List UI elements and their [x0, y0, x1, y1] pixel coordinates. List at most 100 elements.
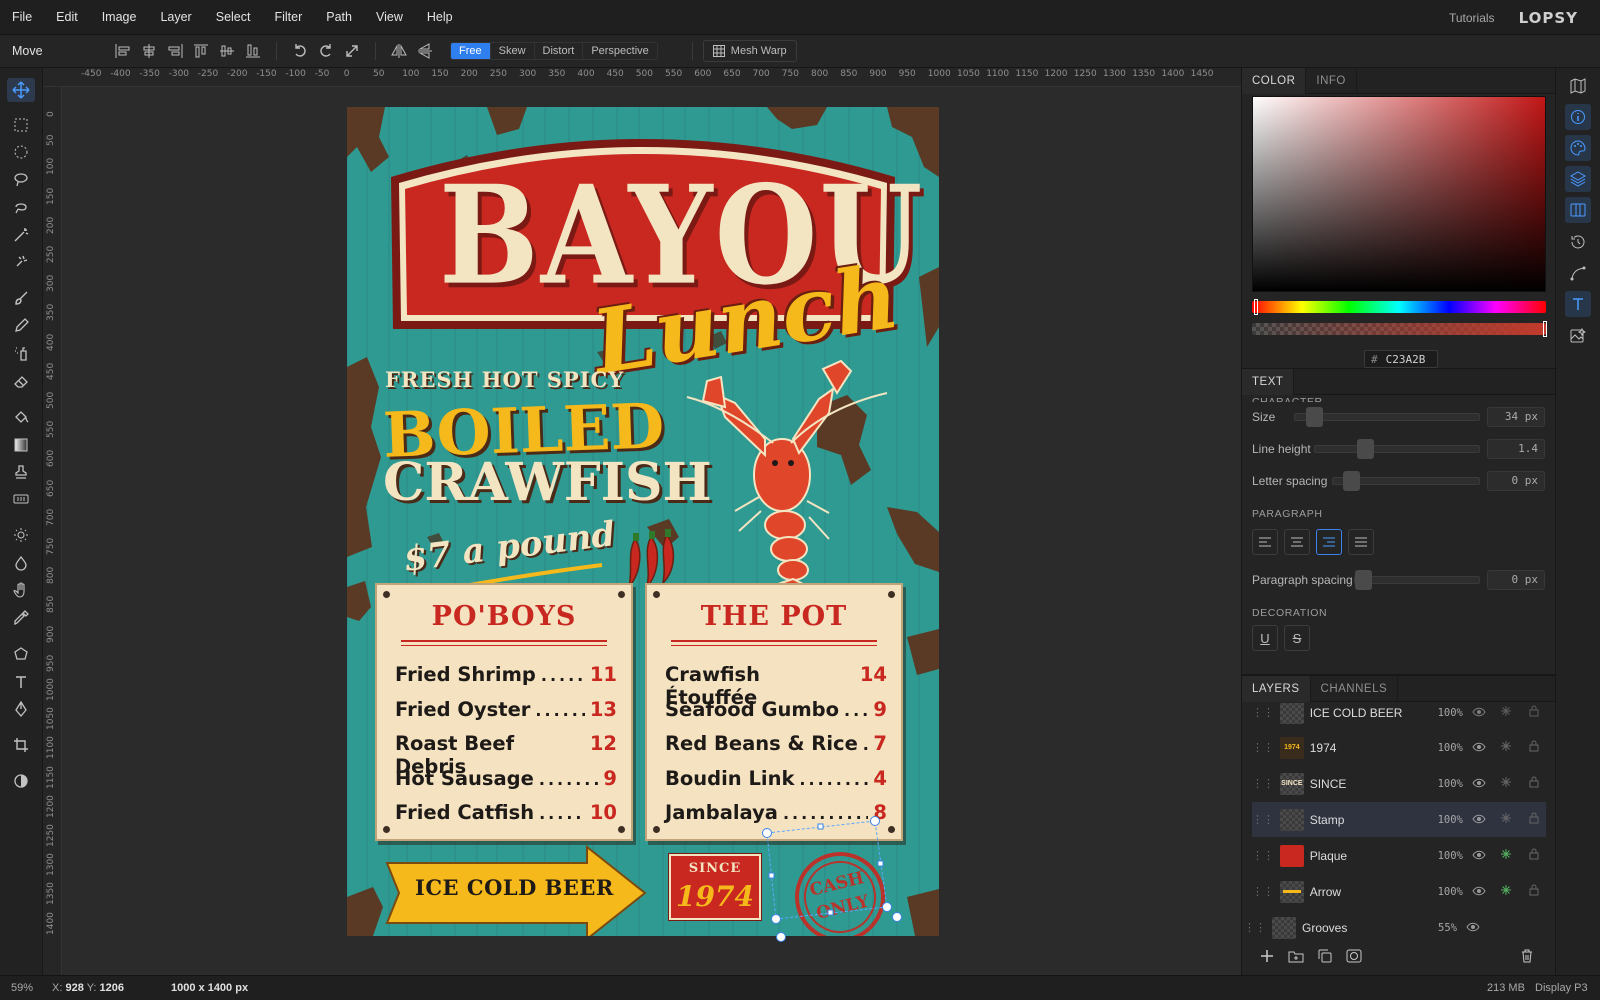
smudge-tool-icon[interactable]: [7, 551, 35, 575]
layer-opacity[interactable]: 100%: [1413, 850, 1463, 862]
paragraph-spacing-input[interactable]: 0 px: [1487, 570, 1545, 590]
mode-skew-button[interactable]: Skew: [491, 43, 535, 59]
align-right-button[interactable]: [162, 38, 188, 64]
drag-handle-icon[interactable]: ⋮⋮: [1252, 741, 1274, 754]
mask-icon[interactable]: [1346, 949, 1362, 966]
menu-select[interactable]: Select: [204, 0, 263, 35]
dodge-tool-icon[interactable]: [7, 523, 35, 547]
size-slider-thumb[interactable]: [1306, 407, 1323, 427]
justify-text-button[interactable]: [1348, 529, 1374, 555]
rotate-ccw-icon[interactable]: [287, 38, 313, 64]
tab-text[interactable]: TEXT: [1242, 369, 1295, 395]
effects-icon-active[interactable]: [1495, 884, 1519, 899]
rect-select-tool-icon[interactable]: [7, 113, 35, 137]
bucket-tool-icon[interactable]: [7, 405, 35, 429]
layer-row[interactable]: ⋮⋮ Arrow 100%: [1252, 874, 1546, 909]
gradient-tool-icon[interactable]: [7, 433, 35, 457]
map-icon[interactable]: [1565, 73, 1591, 99]
mode-free-button[interactable]: Free: [451, 43, 491, 59]
eye-icon[interactable]: [1461, 921, 1485, 935]
eye-icon[interactable]: [1467, 741, 1491, 755]
transform-handle[interactable]: [762, 828, 772, 838]
info-icon[interactable]: [1565, 104, 1591, 130]
flip-vertical-icon[interactable]: [412, 38, 438, 64]
text-tool-icon[interactable]: [7, 670, 35, 694]
spray-tool-icon[interactable]: [7, 341, 35, 365]
eyedropper-tool-icon[interactable]: [7, 606, 35, 630]
ellipse-select-tool-icon[interactable]: [7, 140, 35, 164]
tab-channels[interactable]: CHANNELS: [1311, 676, 1399, 702]
strikethrough-button[interactable]: S: [1284, 625, 1310, 651]
tutorials-link[interactable]: Tutorials: [1449, 11, 1495, 25]
magic-wand-tool-icon[interactable]: [7, 223, 35, 247]
saturation-value-picker[interactable]: [1252, 96, 1546, 292]
menu-help[interactable]: Help: [415, 0, 465, 35]
pencil-tool-icon[interactable]: [7, 314, 35, 338]
edge-handle[interactable]: [768, 872, 775, 879]
scale-icon[interactable]: [339, 38, 365, 64]
paragraph-spacing-slider[interactable]: [1354, 576, 1480, 584]
effects-icon-active[interactable]: [1495, 848, 1519, 863]
rotate-cw-icon[interactable]: [313, 38, 339, 64]
shape-tool-icon[interactable]: [7, 642, 35, 666]
lock-icon[interactable]: [1522, 705, 1546, 720]
letter-spacing-input[interactable]: 0 px: [1487, 471, 1545, 491]
healing-tool-icon[interactable]: [7, 487, 35, 511]
lock-icon[interactable]: [1522, 740, 1546, 755]
hue-slider[interactable]: [1252, 301, 1546, 313]
align-middle-v-button[interactable]: [214, 38, 240, 64]
magnetic-lasso-tool-icon[interactable]: [7, 195, 35, 219]
eye-icon[interactable]: [1467, 706, 1491, 720]
drag-handle-icon[interactable]: ⋮⋮: [1252, 706, 1274, 719]
transform-handle[interactable]: [771, 914, 781, 924]
alpha-slider-handle[interactable]: [1543, 321, 1547, 337]
effects-icon[interactable]: [1495, 740, 1519, 755]
layer-opacity[interactable]: 100%: [1413, 814, 1463, 826]
line-height-slider-thumb[interactable]: [1357, 439, 1374, 459]
eraser-tool-icon[interactable]: [7, 369, 35, 393]
quick-select-tool-icon[interactable]: [7, 250, 35, 274]
layer-opacity[interactable]: 100%: [1413, 707, 1463, 719]
lock-icon[interactable]: [1522, 884, 1546, 899]
edge-handle[interactable]: [817, 823, 824, 830]
add-layer-icon[interactable]: [1260, 949, 1274, 966]
tab-layers[interactable]: LAYERS: [1242, 676, 1311, 702]
align-center-h-button[interactable]: [136, 38, 162, 64]
move-tool-icon[interactable]: [7, 78, 35, 102]
duplicate-layer-icon[interactable]: [1318, 949, 1332, 966]
menu-edit[interactable]: Edit: [44, 0, 90, 35]
layer-row[interactable]: ⋮⋮ Grooves 55%: [1244, 910, 1538, 939]
rotate-handle[interactable]: [892, 912, 902, 922]
layer-row[interactable]: ⋮⋮ 1974 1974 100%: [1252, 730, 1546, 765]
contrast-toggle-icon[interactable]: [7, 769, 35, 793]
menu-path[interactable]: Path: [314, 0, 364, 35]
lock-icon[interactable]: [1522, 776, 1546, 791]
lock-icon[interactable]: [1522, 812, 1546, 827]
menu-filter[interactable]: Filter: [262, 0, 314, 35]
edge-handle[interactable]: [827, 909, 834, 916]
line-height-slider[interactable]: [1314, 445, 1480, 453]
alpha-slider[interactable]: [1252, 323, 1546, 335]
layer-opacity[interactable]: 55%: [1407, 922, 1457, 934]
hue-slider-handle[interactable]: [1254, 299, 1258, 315]
canvas-workspace[interactable]: BAYOU Lunch FRESH HOT SPICY BOILED CRAWF…: [62, 87, 1241, 975]
layer-opacity[interactable]: 100%: [1413, 778, 1463, 790]
channels-icon[interactable]: [1565, 197, 1591, 223]
effects-icon[interactable]: [1495, 812, 1519, 827]
menu-image[interactable]: Image: [90, 0, 149, 35]
menu-layer[interactable]: Layer: [148, 0, 203, 35]
flip-horizontal-icon[interactable]: [386, 38, 412, 64]
eye-icon[interactable]: [1467, 849, 1491, 863]
effects-icon[interactable]: [1495, 705, 1519, 720]
image-adjust-icon[interactable]: [1565, 323, 1591, 349]
eye-icon[interactable]: [1467, 777, 1491, 791]
menu-view[interactable]: View: [364, 0, 415, 35]
align-bottom-button[interactable]: [240, 38, 266, 64]
layer-row-selected[interactable]: ⋮⋮ Stamp 100%: [1252, 802, 1546, 837]
layer-opacity[interactable]: 100%: [1413, 886, 1463, 898]
letter-spacing-slider-thumb[interactable]: [1343, 471, 1360, 491]
transform-handle[interactable]: [870, 816, 880, 826]
eye-icon[interactable]: [1467, 813, 1491, 827]
layer-row[interactable]: ⋮⋮ ICE COLD BEER 100%: [1252, 703, 1546, 730]
brush-tool-icon[interactable]: [7, 286, 35, 310]
